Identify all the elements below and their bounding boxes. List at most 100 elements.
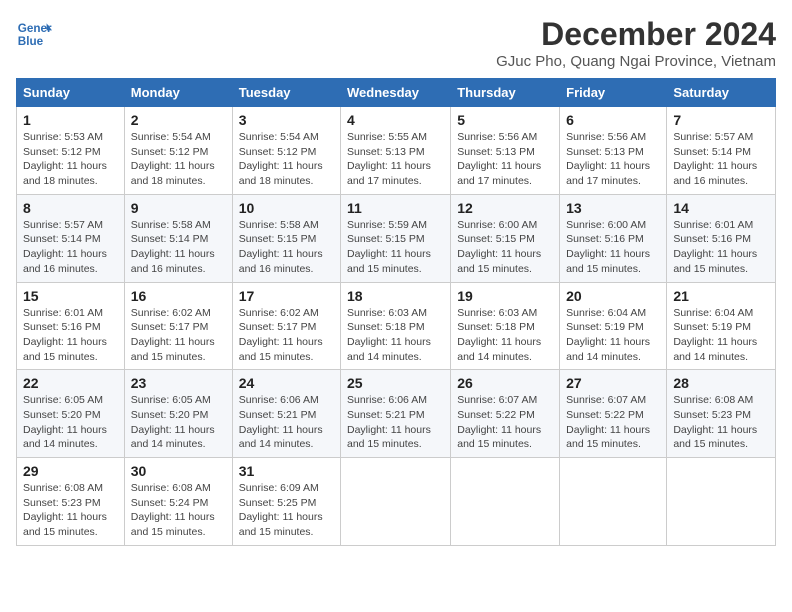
day-number: 11 — [347, 200, 444, 216]
day-cell: 24Sunrise: 6:06 AM Sunset: 5:21 PM Dayli… — [232, 370, 340, 458]
day-info: Sunrise: 5:58 AM Sunset: 5:15 PM Dayligh… — [239, 218, 334, 277]
week-row-5: 29Sunrise: 6:08 AM Sunset: 5:23 PM Dayli… — [17, 458, 776, 546]
day-number: 31 — [239, 463, 334, 479]
day-cell: 26 Sunrise: 6:07 AM Sunset: 5:22 PM Dayli… — [451, 370, 560, 458]
day-cell: 5 Sunrise: 5:56 AM Sunset: 5:13 PM Daylig… — [451, 107, 560, 195]
day-number: 20 — [566, 288, 660, 304]
day-number: 23 — [131, 375, 226, 391]
day-cell — [341, 458, 451, 546]
day-number: 5 — [457, 112, 553, 128]
day-info: Sunrise: 6:03 AM Sunset: 5:18 PM Dayligh… — [347, 306, 444, 365]
day-number: 21 — [673, 288, 769, 304]
title-area: December 2024 GJuc Pho, Quang Ngai Provi… — [496, 16, 776, 70]
header-row: SundayMondayTuesdayWednesdayThursdayFrid… — [17, 79, 776, 107]
day-info: Sunrise: 6:08 AM Sunset: 5:23 PM Dayligh… — [673, 393, 769, 452]
day-cell: 15Sunrise: 6:01 AM Sunset: 5:16 PM Dayli… — [17, 282, 125, 370]
day-info: Sunrise: 5:56 AM Sunset: 5:13 PM Dayligh… — [566, 130, 660, 189]
day-cell: 19 Sunrise: 6:03 AM Sunset: 5:18 PM Dayli… — [451, 282, 560, 370]
week-row-2: 8Sunrise: 5:57 AM Sunset: 5:14 PM Daylig… — [17, 194, 776, 282]
day-info: Sunrise: 6:01 AM Sunset: 5:16 PM Dayligh… — [673, 218, 769, 277]
day-number: 28 — [673, 375, 769, 391]
day-cell: 4Sunrise: 5:55 AM Sunset: 5:13 PM Daylig… — [341, 107, 451, 195]
day-cell: 18Sunrise: 6:03 AM Sunset: 5:18 PM Dayli… — [341, 282, 451, 370]
day-number: 10 — [239, 200, 334, 216]
day-cell: 22 Sunrise: 6:05 AM Sunset: 5:20 PM Dayli… — [17, 370, 125, 458]
logo: General Blue — [16, 16, 52, 52]
day-cell: 3 Sunrise: 5:54 AM Sunset: 5:12 PM Daylig… — [232, 107, 340, 195]
day-number: 6 — [566, 112, 660, 128]
day-info: Sunrise: 5:54 AM Sunset: 5:12 PM Dayligh… — [131, 130, 226, 189]
day-info: Sunrise: 6:06 AM Sunset: 5:21 PM Dayligh… — [239, 393, 334, 452]
day-cell: 21 Sunrise: 6:04 AM Sunset: 5:19 PM Dayli… — [667, 282, 776, 370]
day-cell — [560, 458, 667, 546]
day-info: Sunrise: 6:02 AM Sunset: 5:17 PM Dayligh… — [131, 306, 226, 365]
day-cell — [667, 458, 776, 546]
day-info: Sunrise: 6:03 AM Sunset: 5:18 PM Dayligh… — [457, 306, 553, 365]
day-number: 16 — [131, 288, 226, 304]
day-info: Sunrise: 6:07 AM Sunset: 5:22 PM Dayligh… — [566, 393, 660, 452]
day-number: 12 — [457, 200, 553, 216]
day-cell: 28 Sunrise: 6:08 AM Sunset: 5:23 PM Dayli… — [667, 370, 776, 458]
day-cell: 13Sunrise: 6:00 AM Sunset: 5:16 PM Dayli… — [560, 194, 667, 282]
day-info: Sunrise: 5:54 AM Sunset: 5:12 PM Dayligh… — [239, 130, 334, 189]
week-row-1: 1 Sunrise: 5:53 AM Sunset: 5:12 PM Daylig… — [17, 107, 776, 195]
day-number: 2 — [131, 112, 226, 128]
day-number: 7 — [673, 112, 769, 128]
day-info: Sunrise: 6:02 AM Sunset: 5:17 PM Dayligh… — [239, 306, 334, 365]
day-cell — [451, 458, 560, 546]
day-cell: 6 Sunrise: 5:56 AM Sunset: 5:13 PM Daylig… — [560, 107, 667, 195]
day-cell: 11Sunrise: 5:59 AM Sunset: 5:15 PM Dayli… — [341, 194, 451, 282]
day-info: Sunrise: 6:09 AM Sunset: 5:25 PM Dayligh… — [239, 481, 334, 540]
day-info: Sunrise: 6:05 AM Sunset: 5:20 PM Dayligh… — [23, 393, 118, 452]
svg-text:Blue: Blue — [18, 35, 44, 48]
day-cell: 2 Sunrise: 5:54 AM Sunset: 5:12 PM Daylig… — [124, 107, 232, 195]
header-cell-tuesday: Tuesday — [232, 79, 340, 107]
day-number: 25 — [347, 375, 444, 391]
day-cell: 30Sunrise: 6:08 AM Sunset: 5:24 PM Dayli… — [124, 458, 232, 546]
day-cell: 17 Sunrise: 6:02 AM Sunset: 5:17 PM Dayli… — [232, 282, 340, 370]
day-cell: 29Sunrise: 6:08 AM Sunset: 5:23 PM Dayli… — [17, 458, 125, 546]
day-info: Sunrise: 6:01 AM Sunset: 5:16 PM Dayligh… — [23, 306, 118, 365]
day-info: Sunrise: 5:56 AM Sunset: 5:13 PM Dayligh… — [457, 130, 553, 189]
day-cell: 31 Sunrise: 6:09 AM Sunset: 5:25 PM Dayli… — [232, 458, 340, 546]
day-cell: 25Sunrise: 6:06 AM Sunset: 5:21 PM Dayli… — [341, 370, 451, 458]
day-number: 19 — [457, 288, 553, 304]
header-cell-wednesday: Wednesday — [341, 79, 451, 107]
day-number: 22 — [23, 375, 118, 391]
day-info: Sunrise: 5:55 AM Sunset: 5:13 PM Dayligh… — [347, 130, 444, 189]
day-cell: 20 Sunrise: 6:04 AM Sunset: 5:19 PM Dayli… — [560, 282, 667, 370]
day-info: Sunrise: 6:04 AM Sunset: 5:19 PM Dayligh… — [566, 306, 660, 365]
location-title: GJuc Pho, Quang Ngai Province, Vietnam — [496, 53, 776, 70]
day-number: 30 — [131, 463, 226, 479]
day-number: 26 — [457, 375, 553, 391]
page-header: General Blue December 2024 GJuc Pho, Qua… — [16, 16, 776, 70]
day-cell: 9Sunrise: 5:58 AM Sunset: 5:14 PM Daylig… — [124, 194, 232, 282]
day-number: 17 — [239, 288, 334, 304]
header-cell-sunday: Sunday — [17, 79, 125, 107]
header-cell-friday: Friday — [560, 79, 667, 107]
month-title: December 2024 — [496, 16, 776, 53]
day-info: Sunrise: 6:05 AM Sunset: 5:20 PM Dayligh… — [131, 393, 226, 452]
day-info: Sunrise: 5:53 AM Sunset: 5:12 PM Dayligh… — [23, 130, 118, 189]
day-info: Sunrise: 6:08 AM Sunset: 5:23 PM Dayligh… — [23, 481, 118, 540]
header-cell-monday: Monday — [124, 79, 232, 107]
week-row-4: 22 Sunrise: 6:05 AM Sunset: 5:20 PM Dayli… — [17, 370, 776, 458]
day-number: 1 — [23, 112, 118, 128]
day-info: Sunrise: 6:07 AM Sunset: 5:22 PM Dayligh… — [457, 393, 553, 452]
day-number: 14 — [673, 200, 769, 216]
day-info: Sunrise: 6:04 AM Sunset: 5:19 PM Dayligh… — [673, 306, 769, 365]
day-number: 27 — [566, 375, 660, 391]
logo-icon: General Blue — [16, 16, 52, 52]
day-cell: 14 Sunrise: 6:01 AM Sunset: 5:16 PM Dayli… — [667, 194, 776, 282]
day-info: Sunrise: 5:58 AM Sunset: 5:14 PM Dayligh… — [131, 218, 226, 277]
day-cell: 7Sunrise: 5:57 AM Sunset: 5:14 PM Daylig… — [667, 107, 776, 195]
header-cell-thursday: Thursday — [451, 79, 560, 107]
week-row-3: 15Sunrise: 6:01 AM Sunset: 5:16 PM Dayli… — [17, 282, 776, 370]
day-cell: 16 Sunrise: 6:02 AM Sunset: 5:17 PM Dayli… — [124, 282, 232, 370]
day-number: 3 — [239, 112, 334, 128]
day-number: 13 — [566, 200, 660, 216]
day-cell: 12Sunrise: 6:00 AM Sunset: 5:15 PM Dayli… — [451, 194, 560, 282]
header-cell-saturday: Saturday — [667, 79, 776, 107]
day-cell: 1 Sunrise: 5:53 AM Sunset: 5:12 PM Daylig… — [17, 107, 125, 195]
day-cell: 10 Sunrise: 5:58 AM Sunset: 5:15 PM Dayli… — [232, 194, 340, 282]
